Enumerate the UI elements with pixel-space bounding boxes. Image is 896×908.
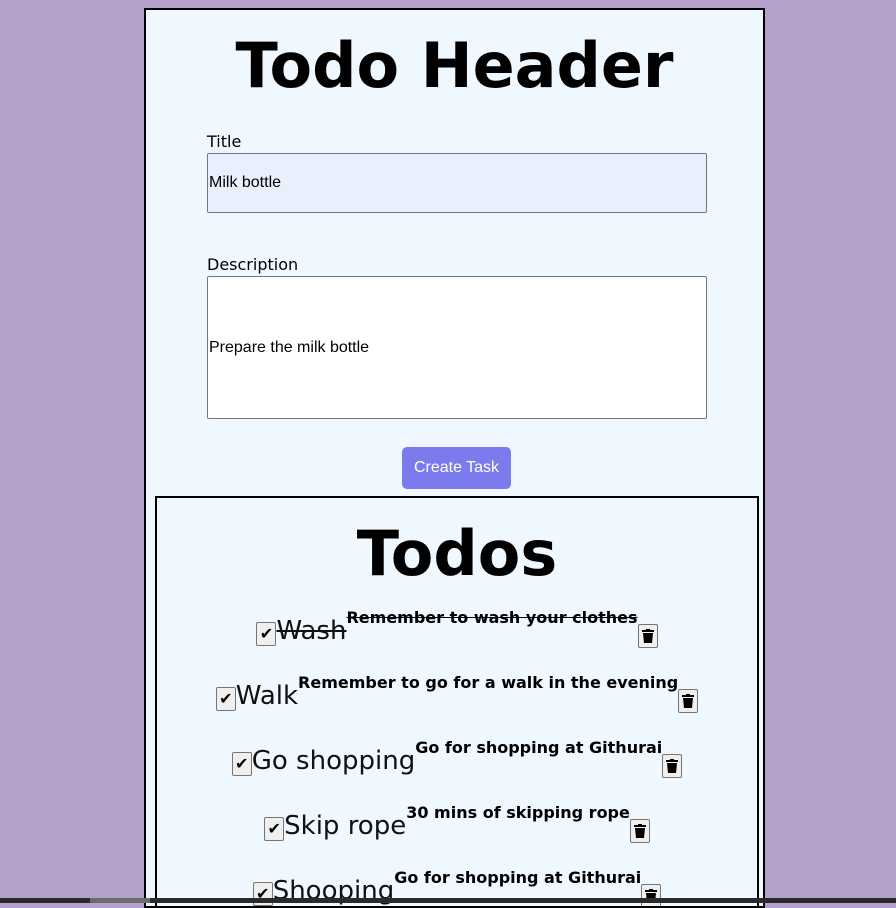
title-label: Title xyxy=(207,132,242,151)
todo-title: Wash xyxy=(276,616,347,646)
trash-icon xyxy=(633,824,646,838)
todo-item: ✔ Go shopping Go for shopping at Githura… xyxy=(157,738,757,803)
todos-section: Todos ✔ Wash Remember to wash your cloth… xyxy=(155,496,759,906)
todos-heading: Todos xyxy=(356,517,558,590)
check-icon: ✔ xyxy=(259,624,274,643)
todo-item: ✔ Walk Remember to go for a walk in the … xyxy=(157,673,757,738)
trash-icon xyxy=(641,629,654,643)
description-input[interactable]: Prepare the milk bottle xyxy=(207,276,707,419)
check-icon: ✔ xyxy=(235,754,249,773)
trash-icon xyxy=(666,759,679,773)
todo-description: Go for shopping at Githurai xyxy=(394,868,642,887)
delete-todo-button[interactable] xyxy=(629,819,650,843)
todo-description: Go for shopping at Githurai xyxy=(415,738,663,757)
delete-todo-button[interactable] xyxy=(662,754,683,778)
todo-description: 30 mins of skipping rope xyxy=(406,803,630,822)
scrollbar-thumb[interactable] xyxy=(90,898,150,903)
check-icon: ✔ xyxy=(267,819,281,838)
title-input[interactable] xyxy=(207,153,707,213)
todo-title: Walk xyxy=(235,681,299,711)
todo-description: Remember to go for a walk in the evening xyxy=(298,673,679,692)
todo-title: Go shopping xyxy=(251,746,416,776)
trash-icon xyxy=(682,694,695,708)
description-input-value: Prepare the milk bottle xyxy=(209,338,370,356)
delete-todo-button[interactable] xyxy=(678,689,699,713)
todo-checkbox[interactable]: ✔ xyxy=(231,752,252,776)
check-icon: ✔ xyxy=(219,689,233,708)
todo-checkbox[interactable]: ✔ xyxy=(256,622,277,646)
todo-checkbox[interactable]: ✔ xyxy=(215,687,236,711)
todo-app-panel: Todo Header Title Description Prepare th… xyxy=(144,8,765,908)
todo-title: Skip rope xyxy=(284,811,407,841)
todo-item: ✔ Skip rope 30 mins of skipping rope xyxy=(157,803,757,868)
todo-description: Remember to wash your clothes xyxy=(346,608,638,627)
todo-list: ✔ Wash Remember to wash your clothes ✔ W… xyxy=(157,608,757,906)
page-title: Todo Header xyxy=(235,29,674,102)
description-label: Description xyxy=(207,255,299,274)
delete-todo-button[interactable] xyxy=(641,884,662,906)
todo-checkbox[interactable]: ✔ xyxy=(264,817,285,841)
create-task-button[interactable]: Create Task xyxy=(402,447,511,489)
delete-todo-button[interactable] xyxy=(637,624,658,648)
todo-item: ✔ Wash Remember to wash your clothes xyxy=(157,608,757,673)
